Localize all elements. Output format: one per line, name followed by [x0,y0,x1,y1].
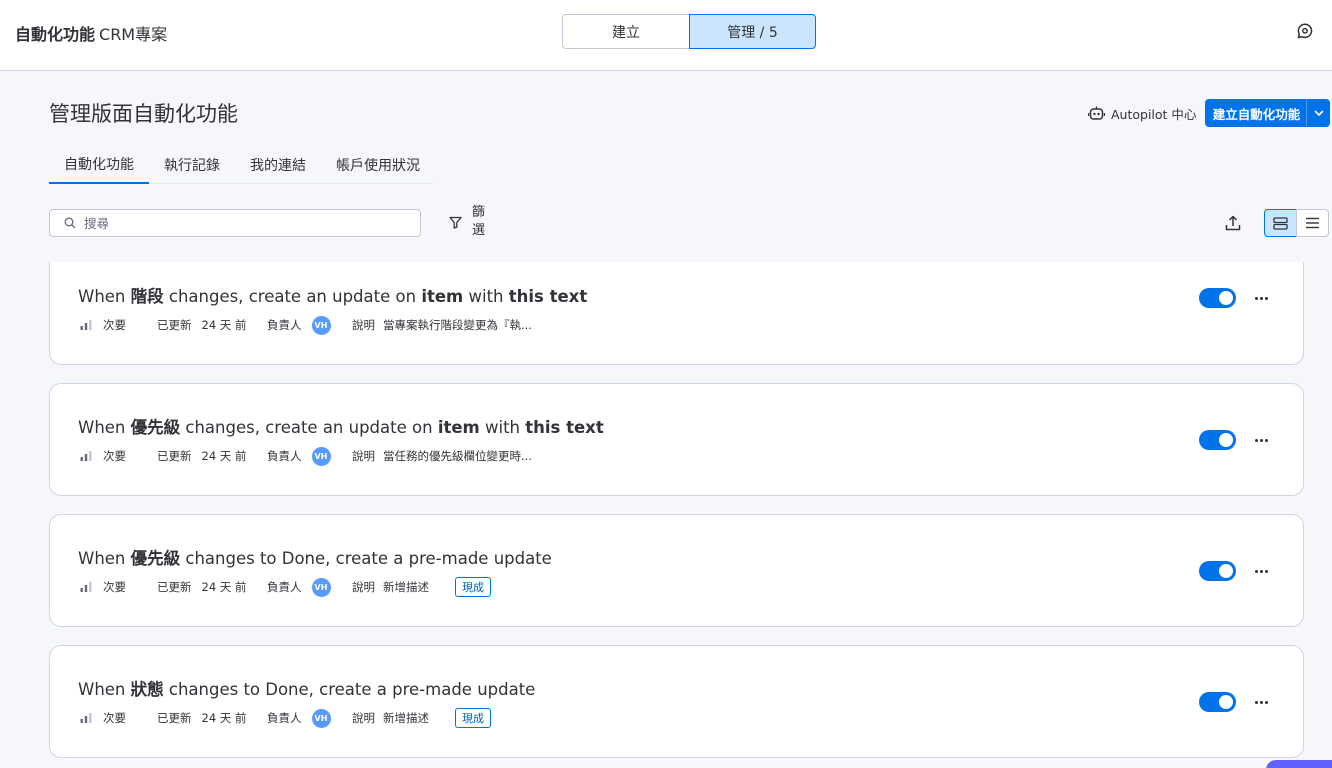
search-icon [64,217,76,229]
automation-card[interactable]: When 優先級 changes to Done, create a pre-m… [49,514,1304,627]
tab-account-usage[interactable]: 帳戶使用狀況 [321,146,435,184]
list-view-icon [1306,217,1319,229]
create-automation-label: 建立自動化功能 [1212,106,1301,122]
more-options-icon[interactable] [1251,561,1271,581]
more-options-icon[interactable] [1251,288,1271,308]
priority-label: 次要 [103,449,126,463]
automation-card[interactable]: When 狀態 changes to Done, create a pre-ma… [49,645,1304,758]
automation-title: When 優先級 changes to Done, create a pre-m… [78,549,552,568]
manage-mode-button[interactable]: 管理 / 5 [689,14,816,49]
updated-label: 已更新 [157,580,192,594]
description-value[interactable]: 新增描述 [383,710,429,726]
help-widget-button[interactable] [1266,760,1332,768]
description-label: 說明 [352,711,375,725]
chat-help-icon[interactable] [1296,22,1314,40]
priority-bars-icon [80,713,92,723]
tab-bar: 自動化功能 執行記錄 我的連結 帳戶使用狀況 [49,146,433,184]
updated-value: 24 天 前 [201,318,247,332]
updated-label: 已更新 [157,449,192,463]
automation-toggle[interactable] [1199,692,1236,712]
page-title: 管理版面自動化功能 [49,102,238,126]
board-name: CRM專案 [99,25,168,44]
automation-meta: 次要 已更新 24 天 前 負責人 VH 說明 當任務的優先級欄位變更時... [80,446,532,466]
card-view-icon [1273,216,1288,230]
robot-icon [1088,106,1105,120]
create-automation-button[interactable]: 建立自動化功能 [1205,99,1330,127]
description-value[interactable]: 當專案執行階段變更為『執... [383,317,532,333]
automation-list: When 階段 changes, create an update on ite… [0,262,1332,768]
automation-toggle[interactable] [1199,561,1236,581]
create-mode-button[interactable]: 建立 [562,14,690,49]
automation-toggle[interactable] [1199,288,1236,308]
owner-label: 負責人 [267,711,302,725]
avatar[interactable]: VH [311,446,331,466]
automation-card[interactable]: When 階段 changes, create an update on ite… [49,262,1304,365]
search-box [49,209,421,237]
filter-button[interactable]: 篩選 [449,204,488,240]
automation-meta: 次要 已更新 24 天 前 負責人 VH 說明 新增描述 現成 [80,708,491,728]
automation-title: When 狀態 changes to Done, create a pre-ma… [78,680,536,699]
owner-label: 負責人 [267,580,302,594]
automation-title: When 優先級 changes, create an update on it… [78,418,604,437]
priority-bars-icon [80,451,92,461]
description-value[interactable]: 當任務的優先級欄位變更時... [383,448,532,464]
updated-label: 已更新 [157,711,192,725]
app-title: 自動化功能 CRM專案 [15,21,167,45]
priority-label: 次要 [103,711,126,725]
chevron-down-icon [1313,110,1324,116]
priority-label: 次要 [103,580,126,594]
list-view-button[interactable] [1296,209,1329,237]
tab-run-history[interactable]: 執行記錄 [149,146,235,184]
avatar[interactable]: VH [311,577,331,597]
automation-toggle[interactable] [1199,430,1236,450]
owner-label: 負責人 [267,449,302,463]
filter-label: 篩選 [472,205,486,238]
tab-automations[interactable]: 自動化功能 [49,146,149,184]
automation-meta: 次要 已更新 24 天 前 負責人 VH 說明 新增描述 現成 [80,577,491,597]
tab-my-connections[interactable]: 我的連結 [235,146,321,184]
more-options-icon[interactable] [1251,692,1271,712]
owner-label: 負責人 [267,318,302,332]
template-badge: 現成 [455,708,491,728]
updated-value: 24 天 前 [201,449,247,463]
description-label: 說明 [352,449,375,463]
view-toggle [1264,209,1330,237]
app-name: 自動化功能 [15,25,96,44]
updated-value: 24 天 前 [201,711,247,725]
mode-switch: 建立 管理 / 5 [562,14,817,49]
updated-label: 已更新 [157,318,192,332]
automation-meta: 次要 已更新 24 天 前 負責人 VH 說明 當專案執行階段變更為『執... [80,315,532,335]
priority-bars-icon [80,320,92,330]
automation-card[interactable]: When 優先級 changes, create an update on it… [49,383,1304,496]
template-badge: 現成 [455,577,491,597]
priority-bars-icon [80,582,92,592]
priority-label: 次要 [103,318,126,332]
avatar[interactable]: VH [311,708,331,728]
filter-icon [449,216,462,229]
automation-title: When 階段 changes, create an update on ite… [78,287,588,306]
avatar[interactable]: VH [311,315,331,335]
top-bar: 自動化功能 CRM專案 建立 管理 / 5 [0,0,1332,71]
create-options-dropdown[interactable] [1306,99,1330,127]
description-value[interactable]: 新增描述 [383,579,429,595]
search-input[interactable] [84,215,384,231]
card-view-button[interactable] [1264,209,1297,237]
more-options-icon[interactable] [1251,430,1271,450]
updated-value: 24 天 前 [201,580,247,594]
description-label: 說明 [352,318,375,332]
export-icon[interactable] [1224,214,1242,232]
autopilot-label: Autopilot 中心 [1111,107,1197,122]
autopilot-link[interactable]: Autopilot 中心 [1088,104,1196,123]
description-label: 說明 [352,580,375,594]
